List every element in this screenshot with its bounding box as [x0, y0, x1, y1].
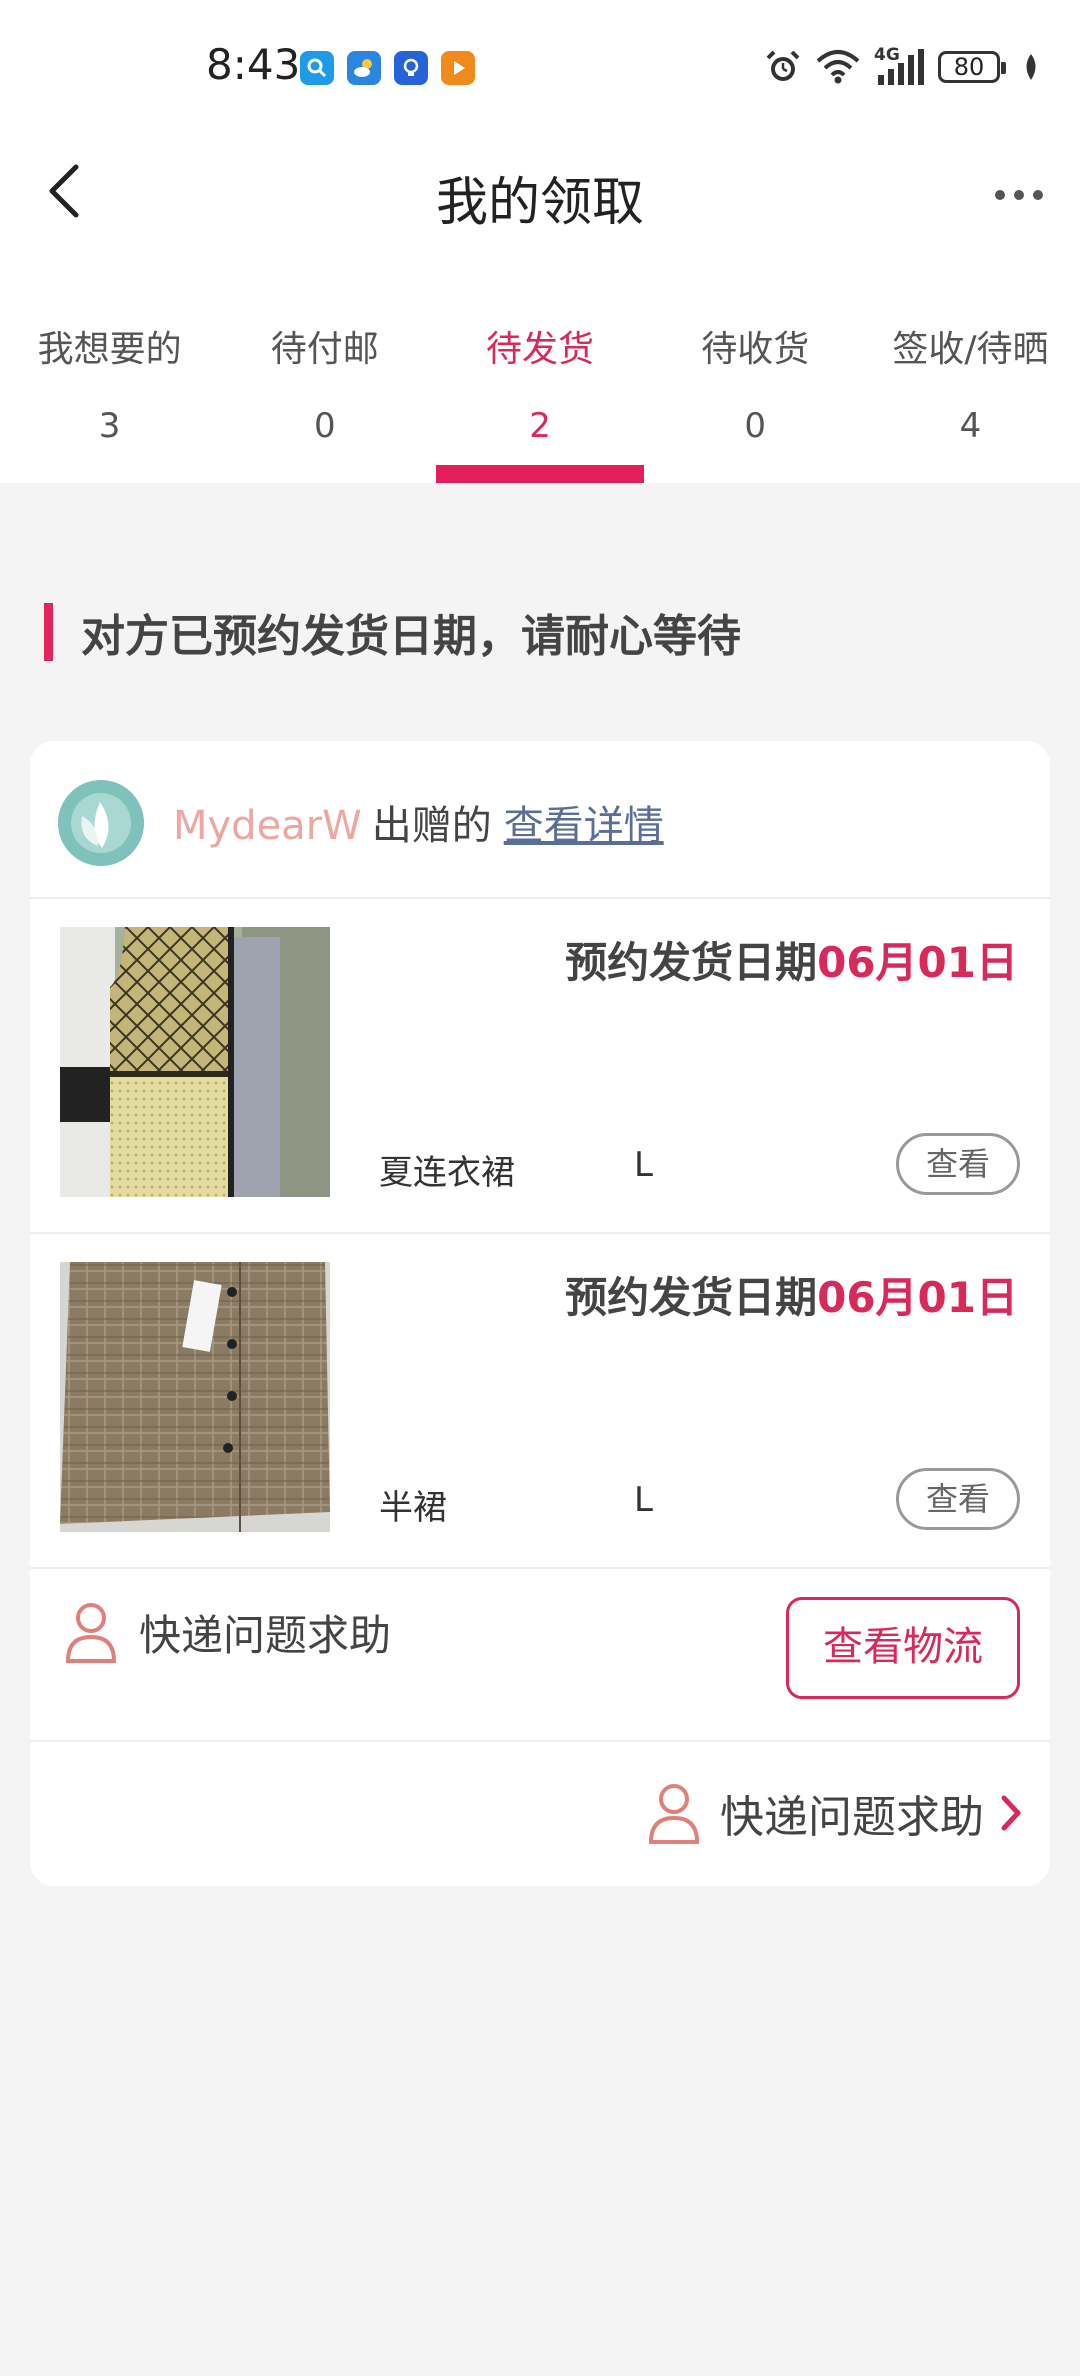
wifi-icon: [816, 50, 860, 84]
tab-label: 待付邮: [270, 329, 379, 370]
item-size: L: [634, 1145, 653, 1185]
notice-banner: 对方已预约发货日期，请耐心等待: [44, 602, 741, 662]
nav-bar: 我的领取: [0, 130, 1080, 260]
express-help-bottom-link[interactable]: 快递问题求助: [646, 1781, 1022, 1845]
signal-icon: 4G: [874, 45, 924, 85]
notice-accent-bar: [44, 603, 53, 661]
tab-want[interactable]: 我想要的 3: [2, 260, 217, 483]
express-help-bottom-label: 快递问题求助: [720, 1792, 984, 1843]
alarm-icon: [766, 50, 800, 81]
ship-date-label: 预约发货日期: [565, 1273, 818, 1322]
tab-pending-postage[interactable]: 待付邮 0: [217, 260, 432, 483]
tab-pending-receipt[interactable]: 待收货 0: [648, 260, 863, 483]
tab-bar: 我想要的 3 待付邮 0 待发货 2 待收货 0 签收/待晒 4: [0, 260, 1080, 483]
more-icon: [1014, 190, 1024, 200]
weather-app-icon: [347, 51, 381, 85]
order-card: MydearW 出赠的 查看详情 预约发货日期06月01日 夏连衣裙 L 查看 …: [30, 741, 1050, 1886]
search-app-icon: [300, 51, 334, 85]
status-right: 4G 80: [764, 45, 1040, 86]
more-icon: [995, 190, 1005, 200]
bulb-app-icon: [394, 51, 428, 85]
giver-name[interactable]: MydearW: [173, 803, 362, 849]
card-header: MydearW 出赠的 查看详情: [30, 741, 1050, 899]
tab-signed-review[interactable]: 签收/待晒 4: [863, 260, 1078, 483]
order-item: 预约发货日期06月01日 半裙 L 查看: [30, 1232, 1050, 1569]
view-item-button[interactable]: 查看: [896, 1468, 1020, 1530]
battery-indicator: 80: [938, 51, 1006, 83]
notice-text: 对方已预约发货日期，请耐心等待: [81, 611, 741, 662]
more-button[interactable]: [984, 170, 1054, 220]
tab-label: 签收/待晒: [892, 329, 1049, 370]
ship-date: 预约发货日期06月01日: [565, 1264, 1018, 1325]
ship-date: 预约发货日期06月01日: [565, 929, 1018, 990]
item-size: L: [634, 1480, 653, 1520]
item-name: 半裙: [379, 1488, 447, 1528]
express-help-link[interactable]: 快递问题求助: [63, 1601, 391, 1663]
ship-date-label: 预约发货日期: [565, 938, 818, 987]
tab-count: 0: [313, 406, 336, 446]
status-bar: 8:43 4G 80: [0, 0, 1080, 130]
ship-date-value: 06月01日: [817, 1273, 1018, 1322]
giver-suffix: 出赠的: [371, 803, 492, 849]
tab-pending-shipment[interactable]: 待发货 2: [432, 260, 647, 483]
view-item-button[interactable]: 查看: [896, 1133, 1020, 1195]
ship-date-value: 06月01日: [817, 938, 1018, 987]
person-icon: [65, 1603, 117, 1663]
more-icon: [1033, 190, 1043, 200]
active-tab-indicator: [436, 465, 644, 483]
notification-icons: [300, 51, 475, 85]
view-logistics-button[interactable]: 查看物流: [786, 1597, 1020, 1699]
giver-line: MydearW 出赠的 查看详情: [173, 793, 664, 851]
video-app-icon: [441, 51, 475, 85]
tab-label: 我想要的: [37, 329, 182, 370]
express-help-label: 快递问题求助: [139, 1610, 392, 1660]
leaf-icon: [1026, 54, 1036, 80]
item-name: 夏连衣裙: [379, 1153, 515, 1193]
item-thumbnail[interactable]: [60, 1262, 330, 1532]
person-icon: [648, 1784, 700, 1844]
chevron-right-icon: [1001, 1795, 1021, 1831]
tab-count: 3: [98, 406, 121, 446]
help-row: 快递问题求助 查看物流: [30, 1567, 1050, 1742]
view-details-link[interactable]: 查看详情: [504, 803, 664, 849]
page-title: 我的领取: [435, 173, 644, 233]
tab-count: 0: [744, 406, 767, 446]
avatar[interactable]: [58, 780, 144, 866]
tab-label: 待收货: [701, 329, 810, 370]
tab-count: 2: [529, 406, 551, 446]
item-thumbnail[interactable]: [60, 927, 330, 1197]
order-item: 预约发货日期06月01日 夏连衣裙 L 查看: [30, 897, 1050, 1234]
tab-count: 4: [959, 406, 982, 446]
status-time: 8:43: [206, 40, 301, 89]
tab-label: 待发货: [486, 329, 595, 370]
